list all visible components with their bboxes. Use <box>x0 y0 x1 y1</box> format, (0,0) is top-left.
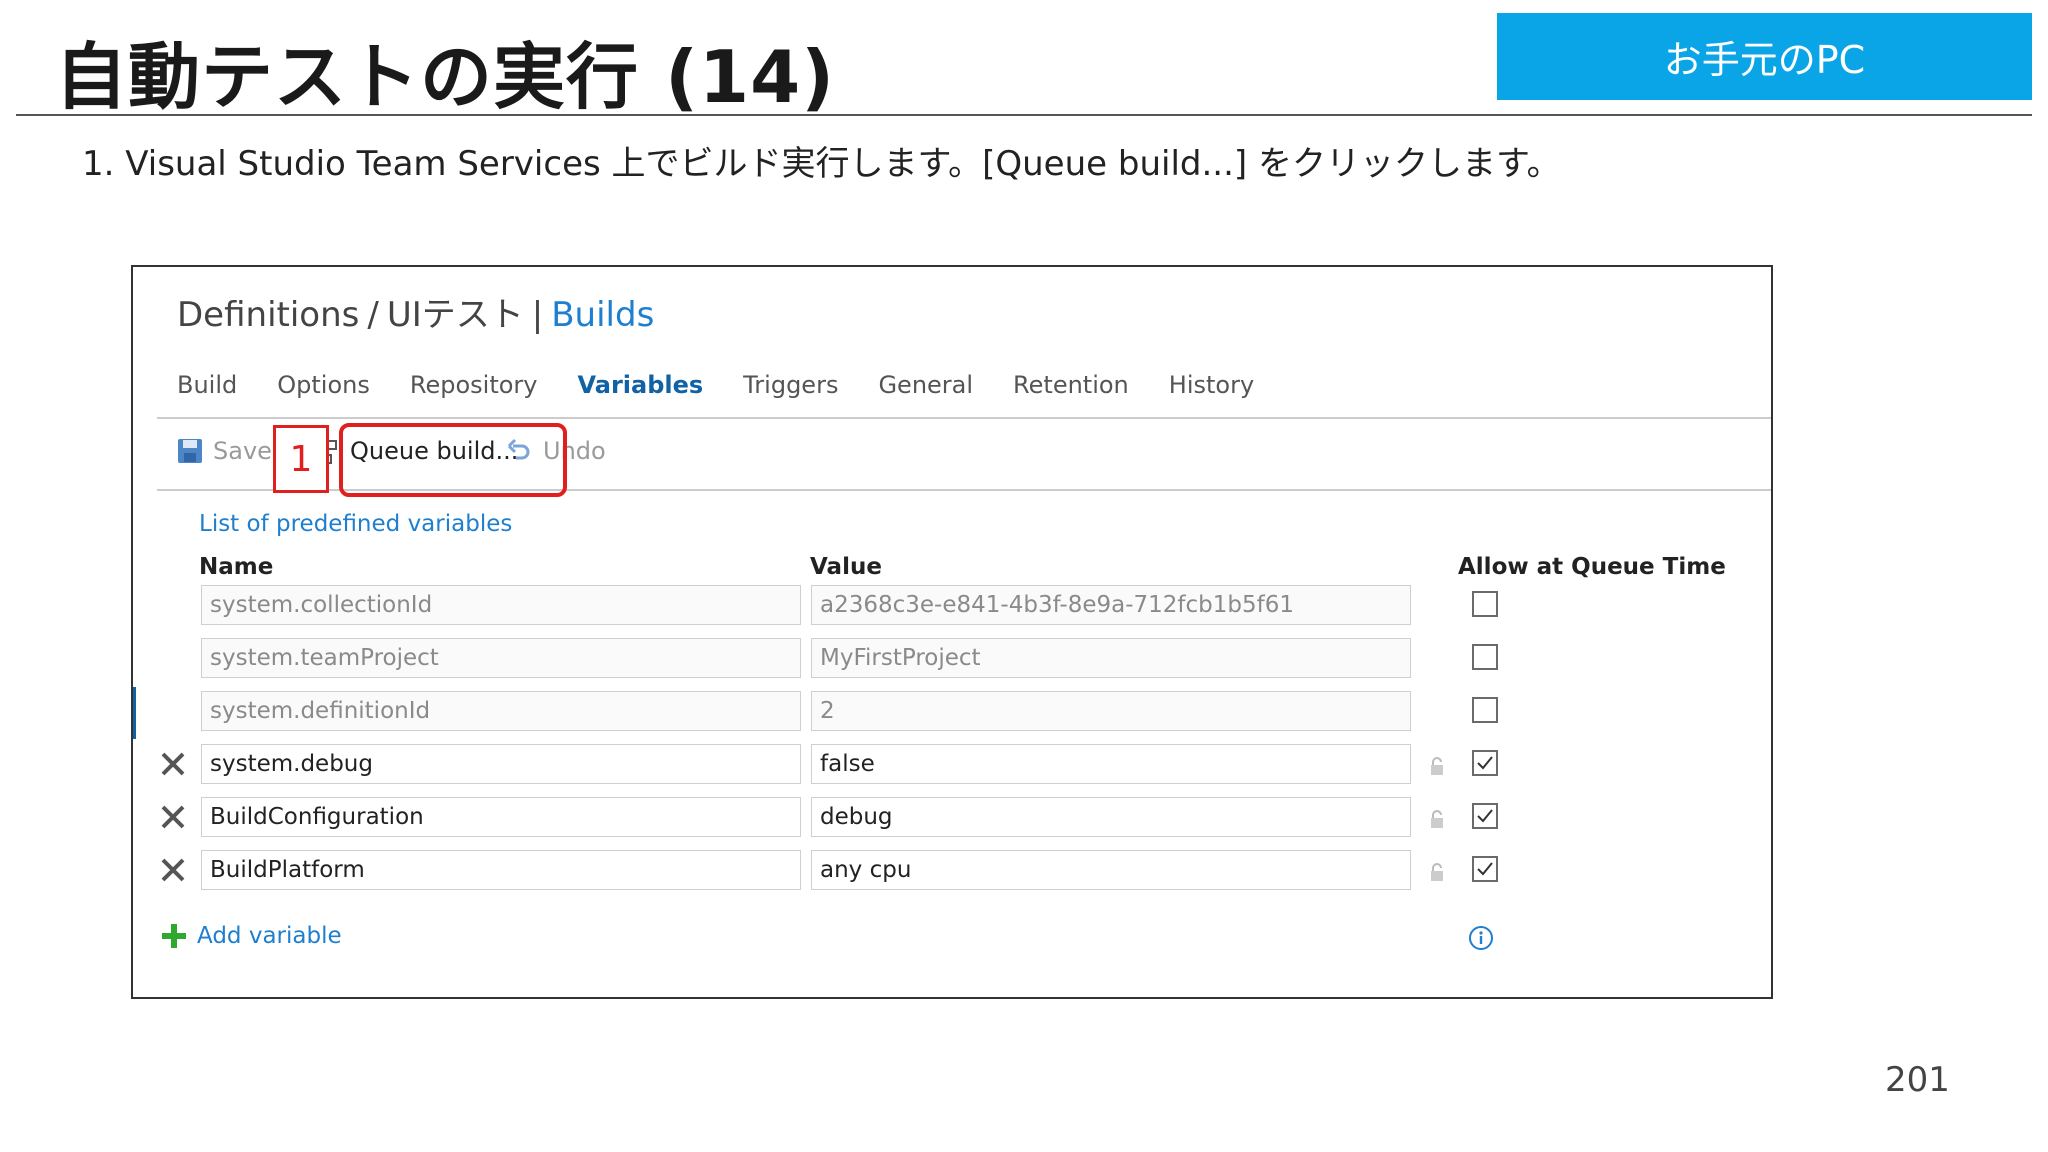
plus-icon <box>162 924 186 948</box>
variable-name-field[interactable]: system.collectionId <box>201 585 801 625</box>
tab-options[interactable]: Options <box>277 371 370 399</box>
checkmark-icon <box>1477 809 1493 823</box>
environment-badge: お手元のPC <box>1497 13 2032 100</box>
variable-row: system.collectionId a2368c3e-e841-4b3f-8e… <box>133 585 1771 629</box>
variable-value-field[interactable]: 2 <box>811 691 1411 731</box>
allow-queue-time-checkbox[interactable] <box>1472 591 1498 617</box>
allow-queue-time-checkbox[interactable] <box>1472 750 1498 776</box>
instruction-text: 1. Visual Studio Team Services 上でビルド実行しま… <box>82 144 1561 184</box>
title-divider <box>16 114 2032 116</box>
variable-row: system.definitionId 2 <box>133 691 1771 735</box>
variable-row: system.debug false <box>133 744 1771 788</box>
variable-name-field[interactable]: system.debug <box>201 744 801 784</box>
allow-queue-time-checkbox[interactable] <box>1472 644 1498 670</box>
column-header-value: Value <box>810 554 882 580</box>
info-icon[interactable] <box>1468 925 1494 951</box>
allow-queue-time-checkbox[interactable] <box>1472 697 1498 723</box>
breadcrumb-definition-name: UIテスト <box>386 295 524 335</box>
delete-x-icon[interactable] <box>159 856 187 884</box>
focus-accent <box>133 687 136 739</box>
vsts-screenshot: Definitions / UIテスト | Builds Build Options R… <box>131 265 1773 999</box>
breadcrumb-separator: / <box>367 295 379 335</box>
slide-title: 自動テストの実行 (14) <box>55 35 836 119</box>
tab-build[interactable]: Build <box>177 371 237 399</box>
tab-variables[interactable]: Variables <box>577 371 703 399</box>
variable-row: system.teamProject MyFirstProject <box>133 638 1771 682</box>
breadcrumb: Definitions / UIテスト | Builds <box>177 287 654 336</box>
save-button[interactable]: Save <box>177 437 272 465</box>
variable-name-field[interactable]: BuildConfiguration <box>201 797 801 837</box>
variable-row: BuildConfiguration debug <box>133 797 1771 841</box>
tab-retention[interactable]: Retention <box>1013 371 1129 399</box>
variable-name-field[interactable]: BuildPlatform <box>201 850 801 890</box>
allow-queue-time-checkbox[interactable] <box>1472 856 1498 882</box>
variable-value-field[interactable]: a2368c3e-e841-4b3f-8e9a-712fcb1b5f61 <box>811 585 1411 625</box>
lock-icon[interactable] <box>1429 756 1445 776</box>
predefined-variables-link[interactable]: List of predefined variables <box>199 511 512 537</box>
breadcrumb-separator: | <box>531 295 544 335</box>
variable-row: BuildPlatform any cpu <box>133 850 1771 894</box>
tab-triggers[interactable]: Triggers <box>743 371 838 399</box>
breadcrumb-builds-link[interactable]: Builds <box>551 295 654 335</box>
checkmark-icon <box>1477 862 1493 876</box>
tab-history[interactable]: History <box>1169 371 1254 399</box>
checkmark-icon <box>1477 756 1493 770</box>
save-label: Save <box>213 437 272 465</box>
add-variable-button[interactable]: Add variable <box>159 921 342 951</box>
tab-repository[interactable]: Repository <box>410 371 538 399</box>
page-number: 201 <box>1885 1060 1950 1100</box>
column-header-allow: Allow at Queue Time <box>1458 554 1726 580</box>
variable-value-field[interactable]: MyFirstProject <box>811 638 1411 678</box>
allow-queue-time-checkbox[interactable] <box>1472 803 1498 829</box>
variable-name-field[interactable]: system.definitionId <box>201 691 801 731</box>
variable-value-field[interactable]: false <box>811 744 1411 784</box>
delete-x-icon[interactable] <box>159 803 187 831</box>
definition-tabs: Build Options Repository Variables Trigg… <box>177 371 1254 399</box>
add-variable-label: Add variable <box>197 923 342 949</box>
tab-general[interactable]: General <box>878 371 973 399</box>
save-icon <box>178 439 202 463</box>
lock-icon[interactable] <box>1429 809 1445 829</box>
variable-name-field[interactable]: system.teamProject <box>201 638 801 678</box>
delete-x-icon[interactable] <box>159 750 187 778</box>
lock-icon[interactable] <box>1429 862 1445 882</box>
breadcrumb-definitions[interactable]: Definitions <box>177 295 359 335</box>
column-header-name: Name <box>199 554 274 580</box>
variable-value-field[interactable]: debug <box>811 797 1411 837</box>
queue-build-highlight <box>339 423 567 497</box>
step-number-annotation: 1 <box>273 425 329 493</box>
variable-value-field[interactable]: any cpu <box>811 850 1411 890</box>
